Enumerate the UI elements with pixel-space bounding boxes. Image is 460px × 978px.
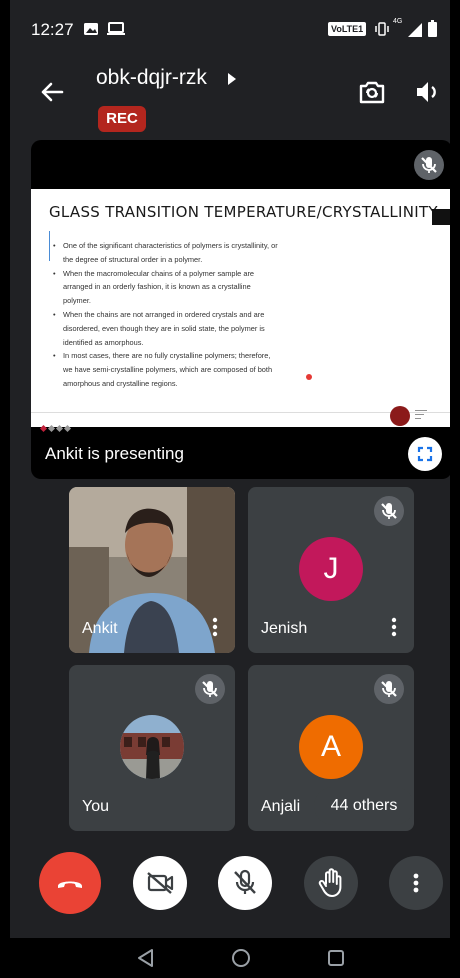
slide-bullets: One of the significant characteristics o… bbox=[53, 239, 278, 391]
mic-off-icon bbox=[374, 674, 404, 704]
laser-pointer-icon bbox=[306, 374, 312, 380]
slide-footer-line bbox=[31, 412, 450, 413]
participant-name: Ankit bbox=[82, 620, 118, 637]
switch-camera-icon[interactable] bbox=[356, 76, 388, 108]
battery-icon bbox=[428, 20, 437, 42]
network-badge: VoLTE1 bbox=[328, 22, 367, 36]
speaker-icon[interactable] bbox=[412, 76, 444, 108]
recording-badge: REC bbox=[98, 106, 146, 132]
others-count-badge[interactable]: 44 others bbox=[314, 787, 414, 825]
raise-hand-button[interactable] bbox=[304, 856, 358, 910]
back-arrow-icon[interactable] bbox=[38, 78, 66, 106]
more-options-icon[interactable] bbox=[391, 617, 397, 637]
participant-tile-you[interactable]: You bbox=[69, 665, 235, 831]
slide-accent-line bbox=[49, 231, 50, 261]
presentation-tile[interactable]: GLASS TRANSITION TEMPERATURE/CRYSTALLINI… bbox=[31, 140, 450, 479]
back-triangle-icon[interactable] bbox=[136, 948, 156, 973]
slide-footer-dots bbox=[39, 418, 73, 436]
participant-tile-jenish[interactable]: J Jenish bbox=[248, 487, 414, 653]
avatar bbox=[120, 715, 184, 779]
slide-bullet: In most cases, there are no fully crysta… bbox=[53, 349, 278, 390]
participant-name: Jenish bbox=[261, 620, 308, 637]
raise-hand-icon bbox=[318, 868, 342, 897]
meeting-code[interactable]: obk-dqjr-rzk bbox=[96, 66, 207, 90]
signal-icon bbox=[407, 22, 423, 43]
mic-toggle-button[interactable] bbox=[218, 856, 272, 910]
participant-name: You bbox=[82, 798, 109, 815]
mic-off-icon bbox=[234, 869, 256, 894]
slide-bullet: One of the significant characteristics o… bbox=[53, 239, 278, 267]
mic-off-icon bbox=[195, 674, 225, 704]
shared-slide: GLASS TRANSITION TEMPERATURE/CRYSTALLINI… bbox=[31, 189, 450, 433]
status-bar: 12:27 VoLTE1 4G bbox=[10, 0, 450, 56]
more-options-icon[interactable] bbox=[212, 617, 218, 637]
end-call-button[interactable] bbox=[39, 852, 101, 914]
fullscreen-icon[interactable] bbox=[408, 437, 442, 471]
avatar: A bbox=[299, 715, 363, 779]
meet-screen: 12:27 VoLTE1 4G obk-dqjr-rzk REC GLASS T… bbox=[10, 0, 450, 978]
participant-tile-ankit[interactable]: Ankit bbox=[69, 487, 235, 653]
vibrate-icon bbox=[375, 22, 389, 41]
mic-off-icon bbox=[374, 496, 404, 526]
avatar: J bbox=[299, 537, 363, 601]
slide-bullet: When the macromolecular chains of a poly… bbox=[53, 267, 278, 308]
logo-fineprint: ▬▬▬▬ ▬▬▬ ▬▬ bbox=[415, 408, 427, 420]
university-logo bbox=[390, 406, 410, 426]
recents-square-icon[interactable] bbox=[326, 948, 346, 973]
mic-off-icon bbox=[414, 150, 444, 180]
slide-bullet: When the chains are not arranged in orde… bbox=[53, 308, 278, 349]
participant-name: Anjali bbox=[261, 798, 301, 815]
presenter-label: Ankit is presenting bbox=[45, 444, 184, 463]
camera-toggle-button[interactable] bbox=[133, 856, 187, 910]
slide-decoration bbox=[432, 209, 450, 225]
image-icon bbox=[83, 22, 99, 41]
laptop-icon bbox=[106, 22, 126, 41]
slide-title: GLASS TRANSITION TEMPERATURE/CRYSTALLINI… bbox=[49, 203, 438, 221]
status-time: 12:27 bbox=[31, 20, 74, 39]
more-options-icon bbox=[413, 873, 419, 893]
home-circle-icon[interactable] bbox=[231, 948, 251, 973]
caret-right-icon[interactable] bbox=[226, 72, 238, 86]
camera-off-icon bbox=[147, 872, 174, 894]
end-call-icon bbox=[58, 881, 82, 888]
system-nav-bar bbox=[10, 938, 450, 978]
more-options-button[interactable] bbox=[389, 856, 443, 910]
network-type: 4G bbox=[393, 18, 403, 25]
